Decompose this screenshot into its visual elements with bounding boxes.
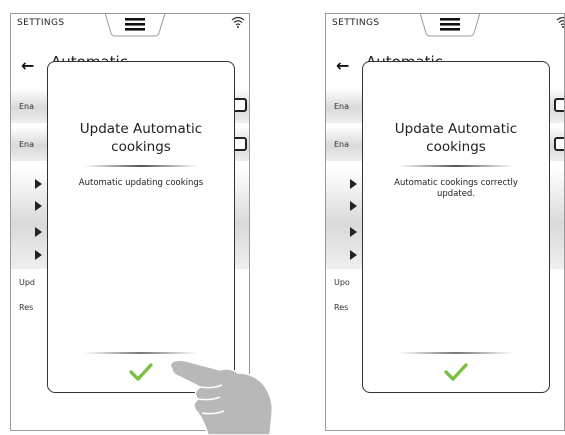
- play-triangle-icon: [35, 227, 42, 237]
- wifi-icon: [556, 16, 564, 28]
- hamburger-menu-icon[interactable]: [125, 18, 145, 31]
- dialog-divider: [399, 352, 513, 354]
- dialog-divider: [84, 352, 198, 354]
- back-arrow-icon[interactable]: ←: [21, 56, 34, 75]
- wifi-icon: [231, 16, 245, 28]
- background-row-text: Upd: [19, 278, 36, 287]
- dialog-message: Automatic updating cookings: [78, 178, 204, 188]
- background-row-text: Res: [19, 303, 34, 312]
- dialog-title: Update Automatic cookings: [394, 121, 518, 155]
- settings-label: SETTINGS: [332, 18, 380, 28]
- dialog-divider: [399, 165, 513, 167]
- background-row-text: Upo: [334, 278, 350, 287]
- hamburger-menu-icon[interactable]: [440, 18, 460, 31]
- play-triangle-icon: [350, 201, 357, 211]
- pointing-hand-icon: [169, 359, 274, 435]
- check-icon: [444, 363, 468, 381]
- background-toggle: [554, 137, 564, 151]
- play-triangle-icon: [350, 227, 357, 237]
- menu-tab[interactable]: [420, 13, 480, 37]
- confirm-button[interactable]: [121, 360, 161, 384]
- play-triangle-icon: [350, 179, 357, 189]
- background-row-text: Ena: [19, 102, 35, 111]
- background-toggle: [554, 98, 564, 112]
- menu-tab[interactable]: [105, 13, 165, 37]
- check-icon: [129, 363, 153, 381]
- play-triangle-icon: [35, 179, 42, 189]
- back-arrow-icon[interactable]: ←: [336, 56, 349, 75]
- confirm-button[interactable]: [436, 360, 476, 384]
- dialog-divider: [84, 165, 198, 167]
- top-bar: SETTINGS: [326, 13, 564, 37]
- top-bar: SETTINGS: [11, 13, 249, 37]
- dialog-title: Update Automatic cookings: [79, 121, 203, 155]
- dialog-message: Automatic cookings correctly updated.: [394, 178, 518, 199]
- play-triangle-icon: [35, 201, 42, 211]
- device-screen-right: SETTINGS ← Automatic Ena Ena Upo Res Upd…: [325, 13, 565, 431]
- play-triangle-icon: [350, 250, 357, 260]
- background-row-text: Ena: [334, 140, 350, 149]
- settings-label: SETTINGS: [17, 18, 65, 28]
- background-row-text: Ena: [334, 102, 350, 111]
- update-dialog: Update Automatic cookings Automatic upda…: [47, 61, 235, 393]
- background-row-text: Res: [334, 303, 349, 312]
- update-dialog: Update Automatic cookings Automatic cook…: [362, 61, 550, 393]
- background-row-text: Ena: [19, 140, 35, 149]
- play-triangle-icon: [35, 250, 42, 260]
